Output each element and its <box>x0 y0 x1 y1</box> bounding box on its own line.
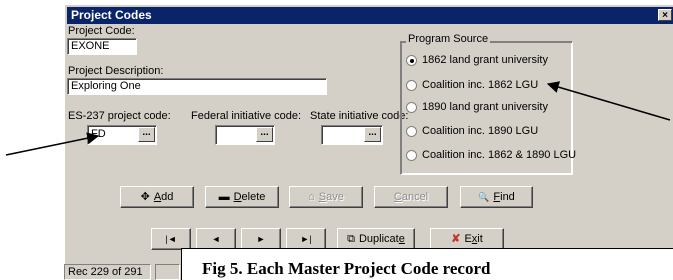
arrow-to-program-source <box>546 81 671 121</box>
annotation-arrows <box>5 81 671 156</box>
arrow-to-es237-field <box>5 132 100 156</box>
